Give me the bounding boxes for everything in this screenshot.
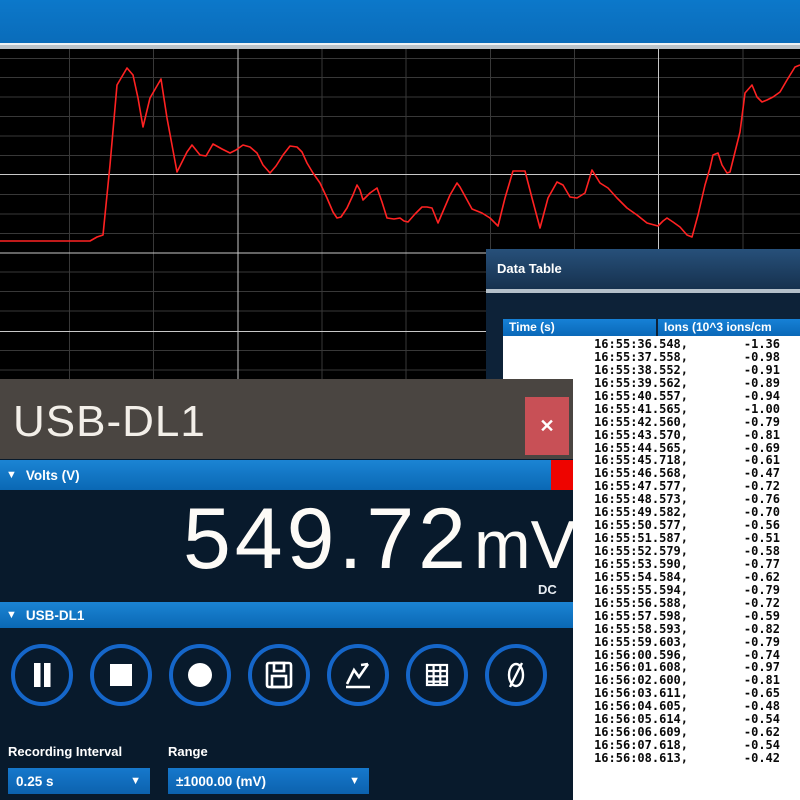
column-header-time[interactable]: Time (s) — [503, 319, 656, 336]
recording-interval-dropdown[interactable]: 0.25 s ▼ — [8, 768, 150, 794]
value-cell: -0.74 — [688, 648, 780, 661]
record-icon — [183, 658, 217, 692]
meter-reading: 549.72mV — [160, 491, 573, 591]
zero-icon — [499, 658, 533, 692]
dropdown-arrow-icon: ▼ — [130, 775, 141, 787]
time-cell: 16:55:38.552, — [503, 363, 688, 376]
value-cell: -0.98 — [688, 350, 780, 363]
value-cell: -0.79 — [688, 583, 780, 596]
table-button[interactable] — [406, 644, 468, 706]
value-cell: -0.77 — [688, 557, 780, 570]
channel-status-indicator — [551, 460, 573, 490]
recording-interval-value: 0.25 s — [16, 774, 130, 789]
value-cell: -0.61 — [688, 453, 780, 466]
record-button[interactable] — [169, 644, 231, 706]
table-row[interactable]: 16:55:38.552,-0.91 — [503, 363, 800, 376]
chevron-down-icon: ▼ — [6, 469, 17, 481]
reading-value: 549.72 — [183, 491, 470, 587]
range-label: Range — [168, 744, 208, 759]
device-section-bar[interactable]: ▼ USB-DL1 — [0, 602, 573, 628]
value-cell: -0.42 — [688, 751, 780, 764]
device-label: USB-DL1 — [26, 608, 85, 623]
value-cell: -0.51 — [688, 531, 780, 544]
value-cell: -0.69 — [688, 441, 780, 454]
zero-button[interactable] — [485, 644, 547, 706]
usb-dl1-window: USB-DL1 ✕ ▼ Volts (V) 549.72mV DC ▼ USB-… — [0, 379, 573, 800]
titlebar-highlight — [486, 289, 800, 293]
value-cell: -0.54 — [688, 738, 780, 751]
time-cell: 16:55:37.558, — [503, 350, 688, 363]
value-cell: -0.65 — [688, 686, 780, 699]
close-icon: ✕ — [539, 416, 554, 437]
value-cell: -0.79 — [688, 635, 780, 648]
value-cell: -0.56 — [688, 518, 780, 531]
value-cell: -0.79 — [688, 415, 780, 428]
chart-trace — [0, 65, 800, 241]
graph-button[interactable] — [327, 644, 389, 706]
table-row[interactable]: 16:55:37.558,-0.98 — [503, 350, 800, 363]
value-cell: -0.91 — [688, 363, 780, 376]
close-button[interactable]: ✕ — [525, 397, 569, 455]
save-button[interactable] — [248, 644, 310, 706]
value-cell: -0.94 — [688, 389, 780, 402]
value-cell: -0.89 — [688, 376, 780, 389]
value-cell: -0.82 — [688, 622, 780, 635]
value-cell: -0.62 — [688, 570, 780, 583]
value-cell: -0.47 — [688, 466, 780, 479]
reading-mode-label: DC — [538, 582, 557, 597]
stop-button[interactable] — [90, 644, 152, 706]
value-cell: -1.36 — [688, 337, 780, 350]
value-cell: -0.81 — [688, 428, 780, 441]
data-table-header: Time (s) Ions (10^3 ions/cm — [503, 319, 800, 336]
chevron-down-icon: ▼ — [6, 609, 17, 621]
value-cell: -0.72 — [688, 596, 780, 609]
recording-interval-label: Recording Interval — [8, 744, 122, 759]
value-cell: -0.70 — [688, 505, 780, 518]
value-cell: -0.54 — [688, 712, 780, 725]
range-value: ±1000.00 (mV) — [176, 774, 349, 789]
value-cell: -0.48 — [688, 699, 780, 712]
save-icon — [262, 658, 296, 692]
value-cell: -0.97 — [688, 660, 780, 673]
value-cell: -0.59 — [688, 609, 780, 622]
dropdown-arrow-icon: ▼ — [349, 775, 360, 787]
table-icon — [420, 658, 454, 692]
line-chart-icon — [341, 658, 375, 692]
usb-dl1-titlebar[interactable]: USB-DL1 ✕ — [0, 379, 573, 459]
stop-icon — [104, 658, 138, 692]
app-titlebar — [0, 0, 800, 43]
value-cell: -0.58 — [688, 544, 780, 557]
column-header-ions[interactable]: Ions (10^3 ions/cm — [658, 319, 800, 336]
reading-unit: mV — [474, 507, 573, 583]
range-dropdown[interactable]: ±1000.00 (mV) ▼ — [168, 768, 369, 794]
pause-button[interactable] — [11, 644, 73, 706]
value-cell: -0.72 — [688, 479, 780, 492]
time-cell: 16:55:36.548, — [503, 337, 688, 350]
pause-icon — [25, 658, 59, 692]
usb-dl1-window-title: USB-DL1 — [13, 397, 206, 447]
value-cell: -0.76 — [688, 492, 780, 505]
value-cell: -0.81 — [688, 673, 780, 686]
value-cell: -1.00 — [688, 402, 780, 415]
data-table-titlebar[interactable]: Data Table — [486, 249, 800, 289]
data-table-title: Data Table — [497, 249, 562, 289]
table-row[interactable]: 16:55:36.548,-1.36 — [503, 337, 800, 350]
channel-section-bar[interactable]: ▼ Volts (V) — [0, 460, 573, 490]
value-cell: -0.62 — [688, 725, 780, 738]
channel-label: Volts (V) — [26, 468, 80, 483]
